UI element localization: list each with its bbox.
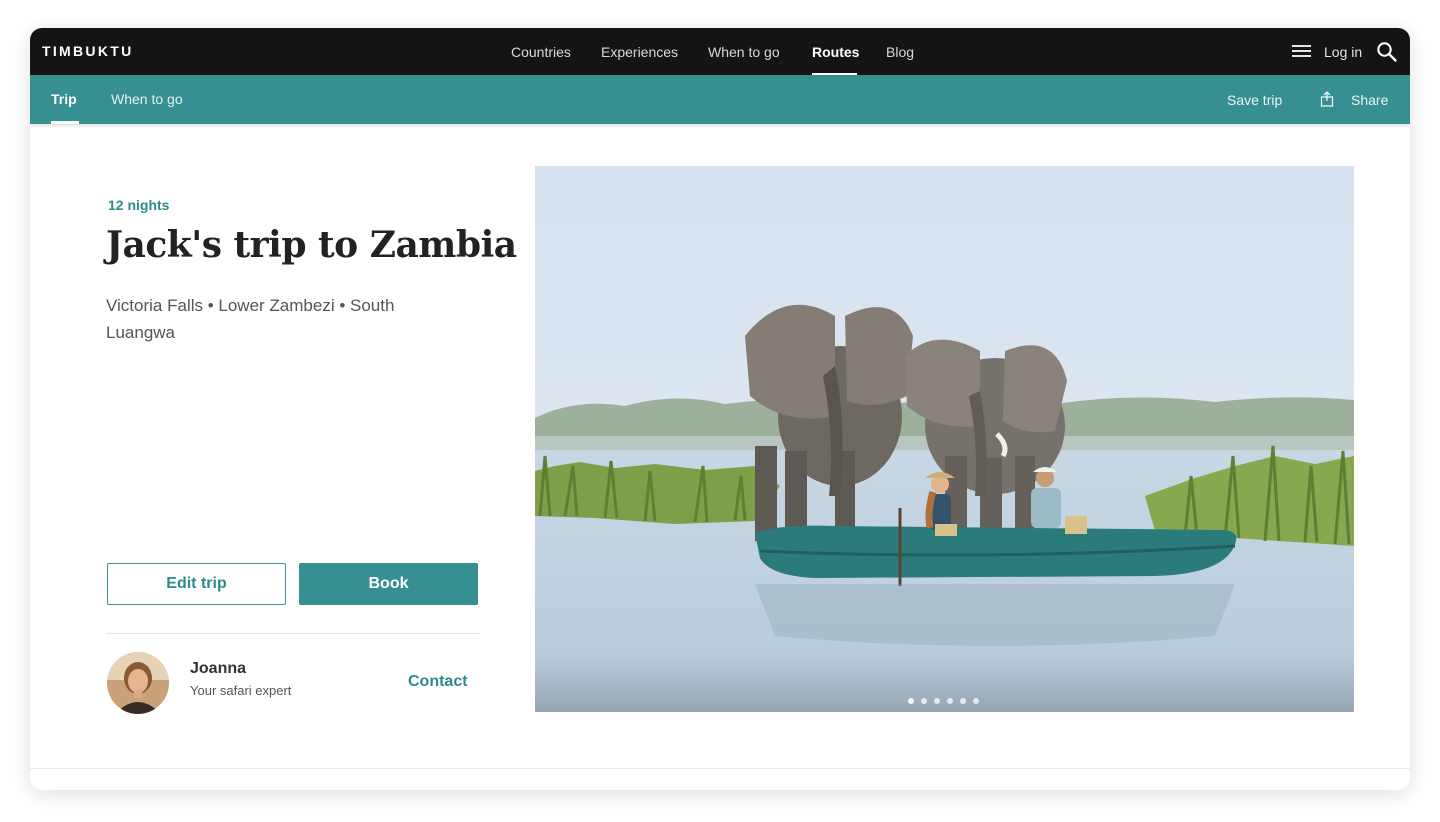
nav-link-blog[interactable]: Blog (886, 44, 914, 60)
carousel-dot[interactable] (921, 698, 927, 704)
share-icon[interactable] (1320, 91, 1334, 107)
tab-trip[interactable]: Trip (51, 91, 77, 107)
section-divider (30, 768, 1410, 769)
carousel-dot[interactable] (960, 698, 966, 704)
save-trip-button[interactable]: Save trip (1227, 92, 1282, 108)
hero-image[interactable] (535, 166, 1354, 712)
top-navigation: TIMBUKTU Countries Experiences When to g… (30, 28, 1410, 75)
page-title: Jack's trip to Zambia (106, 224, 517, 266)
share-button[interactable]: Share (1351, 92, 1388, 108)
expert-name: Joanna (190, 660, 247, 677)
nav-link-routes[interactable]: Routes (812, 44, 859, 60)
brand-logo[interactable]: TIMBUKTU (42, 43, 134, 59)
menu-icon[interactable] (1292, 44, 1312, 58)
nav-link-experiences[interactable]: Experiences (601, 44, 678, 60)
carousel-dot[interactable] (947, 698, 953, 704)
search-icon[interactable] (1376, 41, 1398, 63)
carousel-dot[interactable] (908, 698, 914, 704)
trip-subnav: Trip When to go Save trip Share (30, 75, 1410, 124)
expert-role: Your safari expert (190, 683, 292, 698)
tab-when-to-go[interactable]: When to go (111, 91, 183, 107)
nav-link-when-to-go[interactable]: When to go (708, 44, 780, 60)
page-frame: TIMBUKTU Countries Experiences When to g… (30, 28, 1410, 790)
divider (106, 633, 481, 634)
edit-trip-button[interactable]: Edit trip (107, 563, 286, 605)
expert-avatar (107, 652, 169, 714)
contact-button[interactable]: Contact (408, 673, 468, 691)
trip-route: Victoria Falls • Lower Zambezi • South L… (106, 296, 395, 342)
nav-link-countries[interactable]: Countries (511, 44, 571, 60)
active-tab-indicator (51, 121, 79, 124)
login-link[interactable]: Log in (1324, 44, 1362, 60)
carousel-dot[interactable] (934, 698, 940, 704)
book-button[interactable]: Book (299, 563, 478, 605)
safari-photo (535, 166, 1354, 712)
trip-duration: 12 nights (108, 197, 170, 213)
carousel-dot[interactable] (973, 698, 979, 704)
